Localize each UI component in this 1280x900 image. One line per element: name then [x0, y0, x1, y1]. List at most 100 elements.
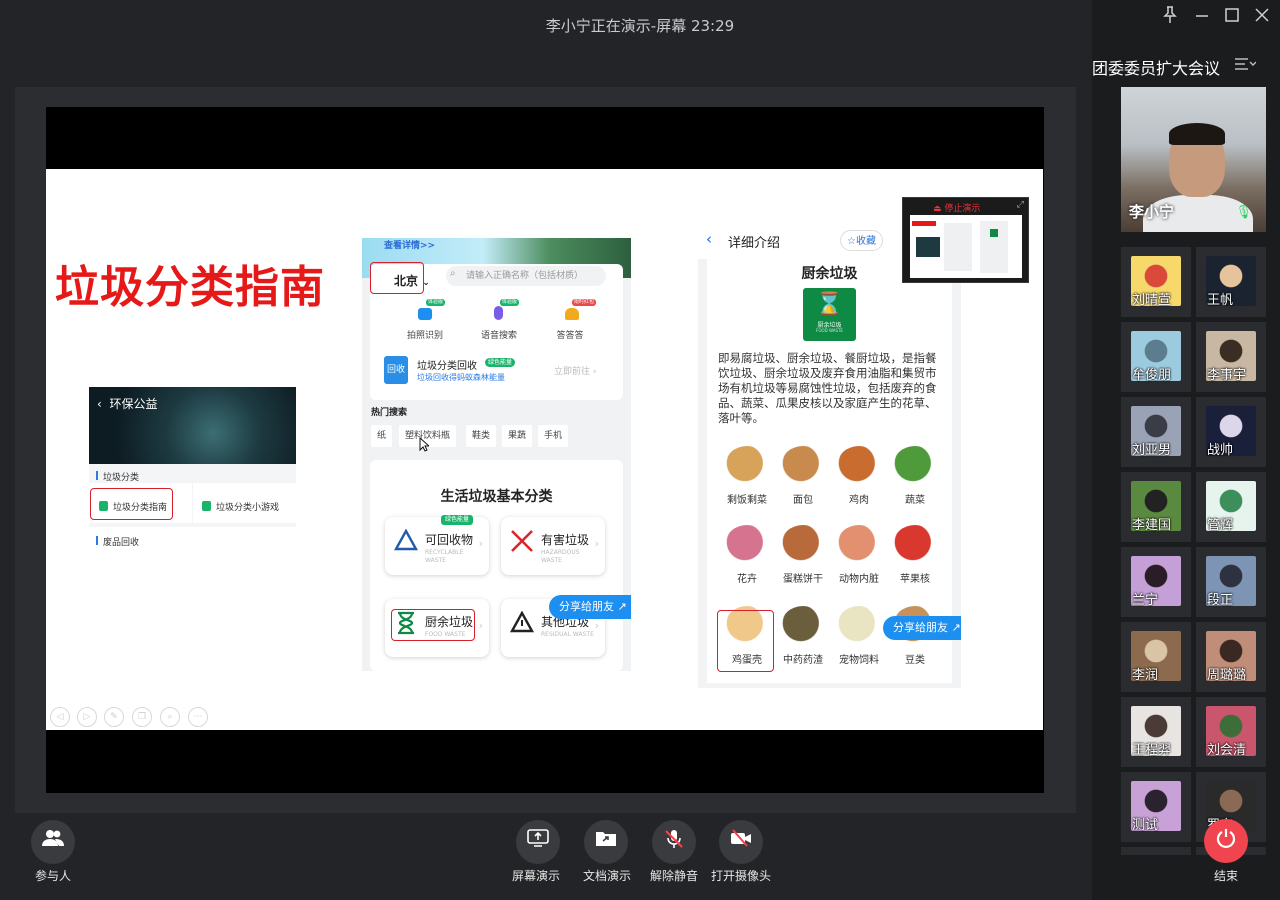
feature-label: 语音搜索	[480, 331, 517, 341]
food-item-icon	[837, 525, 881, 563]
speaker-video[interactable]: 李小宁 🎙	[1121, 87, 1266, 232]
category-english: RECYCLABLE WASTE	[425, 549, 464, 564]
category-english: RESIDUAL WASTE	[541, 631, 594, 638]
presenter-preview[interactable]: ⏏ 停止演示 ⤢	[902, 197, 1029, 283]
category-english: HAZARDOUS WASTE	[541, 549, 580, 564]
example-item-label: 剩饭剩菜	[727, 495, 767, 506]
section-label: 垃圾分类	[103, 473, 140, 483]
example-item-label: 花卉	[737, 574, 757, 585]
participant-tile[interactable]: 段正	[1196, 547, 1266, 617]
pin-icon[interactable]	[1156, 6, 1184, 28]
logo-english: FOOD WASTE	[816, 328, 843, 333]
feature-badge: 体验版	[500, 299, 520, 306]
recycle-service-icon: 回收	[384, 356, 408, 384]
back-link: ‹ 环保公益	[97, 397, 158, 411]
power-icon	[1204, 827, 1248, 854]
recycle-subtitle: 垃圾回收得蚂蚁森林能量	[417, 373, 505, 382]
example-item: 中药药渣	[773, 606, 833, 666]
go-link: 立即前往 ›	[554, 367, 597, 377]
food-item-icon	[893, 525, 937, 563]
doc-share-button[interactable]	[584, 820, 628, 864]
residual-icon	[509, 610, 535, 640]
stop-share-button[interactable]: ⏏ 停止演示	[933, 201, 980, 214]
participant-tile[interactable]: 测试	[1121, 772, 1191, 842]
participant-tile[interactable]: 牟俊朋	[1121, 322, 1191, 392]
speaker-hair	[1169, 123, 1225, 145]
unmute-button[interactable]	[652, 820, 696, 864]
camera-button[interactable]	[719, 820, 763, 864]
recycle-title: 垃圾分类回收	[417, 361, 477, 372]
mic-muted-icon	[652, 829, 696, 854]
participant-tile[interactable]: 兰宁	[1121, 547, 1191, 617]
phone-screenshot-3: ‹ 详细介绍 ☆收藏 厨余垃圾 ⌛ 厨余垃圾 FOOD WASTE 即易腐垃圾、…	[698, 221, 961, 688]
back-label: 环保公益	[109, 397, 158, 411]
example-item: 鸡肉	[829, 446, 889, 506]
camera-label[interactable]: 打开摄像头	[696, 867, 786, 884]
participant-tile[interactable]: 李事宇	[1196, 322, 1266, 392]
next-slide-icon[interactable]: ▷	[77, 707, 97, 727]
prev-slide-icon[interactable]: ◁	[50, 707, 70, 727]
participant-tile[interactable]: 李建国	[1121, 472, 1191, 542]
participant-tile[interactable]: 管辉	[1196, 472, 1266, 542]
participant-tile[interactable]: 王帆	[1196, 247, 1266, 317]
participant-tile[interactable]: 战帅	[1196, 397, 1266, 467]
food-item-icon	[837, 446, 881, 484]
pen-icon[interactable]: ✎	[104, 707, 124, 727]
hot-search-chip: 果蔬	[502, 425, 533, 447]
participant-tile[interactable]: 周璐璐	[1196, 622, 1266, 692]
participants-button[interactable]	[31, 820, 75, 864]
participant-tile[interactable]: 王程羿	[1121, 697, 1191, 767]
slide-title: 垃圾分类指南	[55, 262, 325, 313]
example-item-label: 鸡肉	[849, 495, 869, 506]
screen-share-icon	[516, 829, 560, 852]
list-menu-icon[interactable]	[1234, 56, 1257, 76]
participant-tile[interactable]: 刘亚男	[1121, 397, 1191, 467]
more-icon[interactable]: ⋯	[188, 707, 208, 727]
screen-share-button[interactable]	[516, 820, 560, 864]
participant-name: 刘会清	[1207, 743, 1247, 758]
hot-search-title: 热门搜索	[371, 408, 408, 418]
game-label: 垃圾分类小游戏	[216, 503, 280, 513]
participants-label[interactable]: 参与人	[8, 867, 98, 884]
participant-tile[interactable]: 刘晴萱	[1121, 247, 1191, 317]
end-meeting-button[interactable]	[1204, 819, 1248, 863]
food-item-icon	[781, 525, 825, 563]
participant-tile[interactable]: 刘会清	[1196, 697, 1266, 767]
close-icon[interactable]	[1248, 6, 1276, 28]
minimize-icon[interactable]	[1188, 6, 1216, 28]
green-energy-badge: 绿色能量	[441, 515, 474, 525]
participant-name: 王程羿	[1132, 743, 1172, 758]
participant-name: 王帆	[1207, 293, 1234, 308]
chevron-right-icon: ›	[594, 537, 599, 550]
basic-category-title: 生活垃圾基本分类	[440, 489, 553, 505]
example-item: 花卉	[717, 525, 777, 585]
phone-screenshot-1: ‹ 环保公益 垃圾分类 垃圾分类指南 垃圾分类小游戏 废品回收	[89, 387, 296, 557]
highlight-box	[391, 609, 475, 641]
category-name: 有害垃圾	[541, 533, 590, 547]
stop-share-label: 停止演示	[944, 204, 981, 214]
category-description: 即易腐垃圾、厨余垃圾、餐厨垃圾，是指餐饮垃圾、厨余垃圾及废弃食用油脂和集贸市场有…	[718, 351, 937, 425]
maximize-icon[interactable]	[1218, 6, 1246, 28]
zoom-icon[interactable]: ⌕	[160, 707, 180, 727]
participants-icon	[31, 829, 75, 852]
example-item-label: 蛋糕饼干	[783, 574, 823, 585]
folder-share-icon	[584, 829, 628, 852]
food-item-icon	[725, 446, 769, 484]
chevron-right-icon: ›	[478, 537, 483, 550]
end-meeting-label[interactable]: 结束	[1181, 867, 1271, 884]
section-marker	[96, 471, 98, 480]
example-item-label: 动物内脏	[839, 574, 879, 585]
favorite-label: 收藏	[855, 236, 876, 247]
participant-name: 管辉	[1207, 518, 1234, 533]
detail-title: 详细介绍	[728, 236, 781, 251]
participant-name: 李润	[1132, 668, 1159, 683]
share-label: 分享给朋友	[893, 621, 948, 634]
example-item: 苹果核	[885, 525, 945, 585]
expand-icon[interactable]: ⤢	[1017, 200, 1024, 210]
back-icon: ‹	[706, 230, 712, 248]
mouse-cursor-icon	[419, 436, 431, 456]
participant-tile[interactable]: 李润	[1121, 622, 1191, 692]
camera-off-icon	[719, 829, 763, 852]
copy-icon[interactable]: ❐	[132, 707, 152, 727]
highlight-box	[717, 610, 774, 672]
